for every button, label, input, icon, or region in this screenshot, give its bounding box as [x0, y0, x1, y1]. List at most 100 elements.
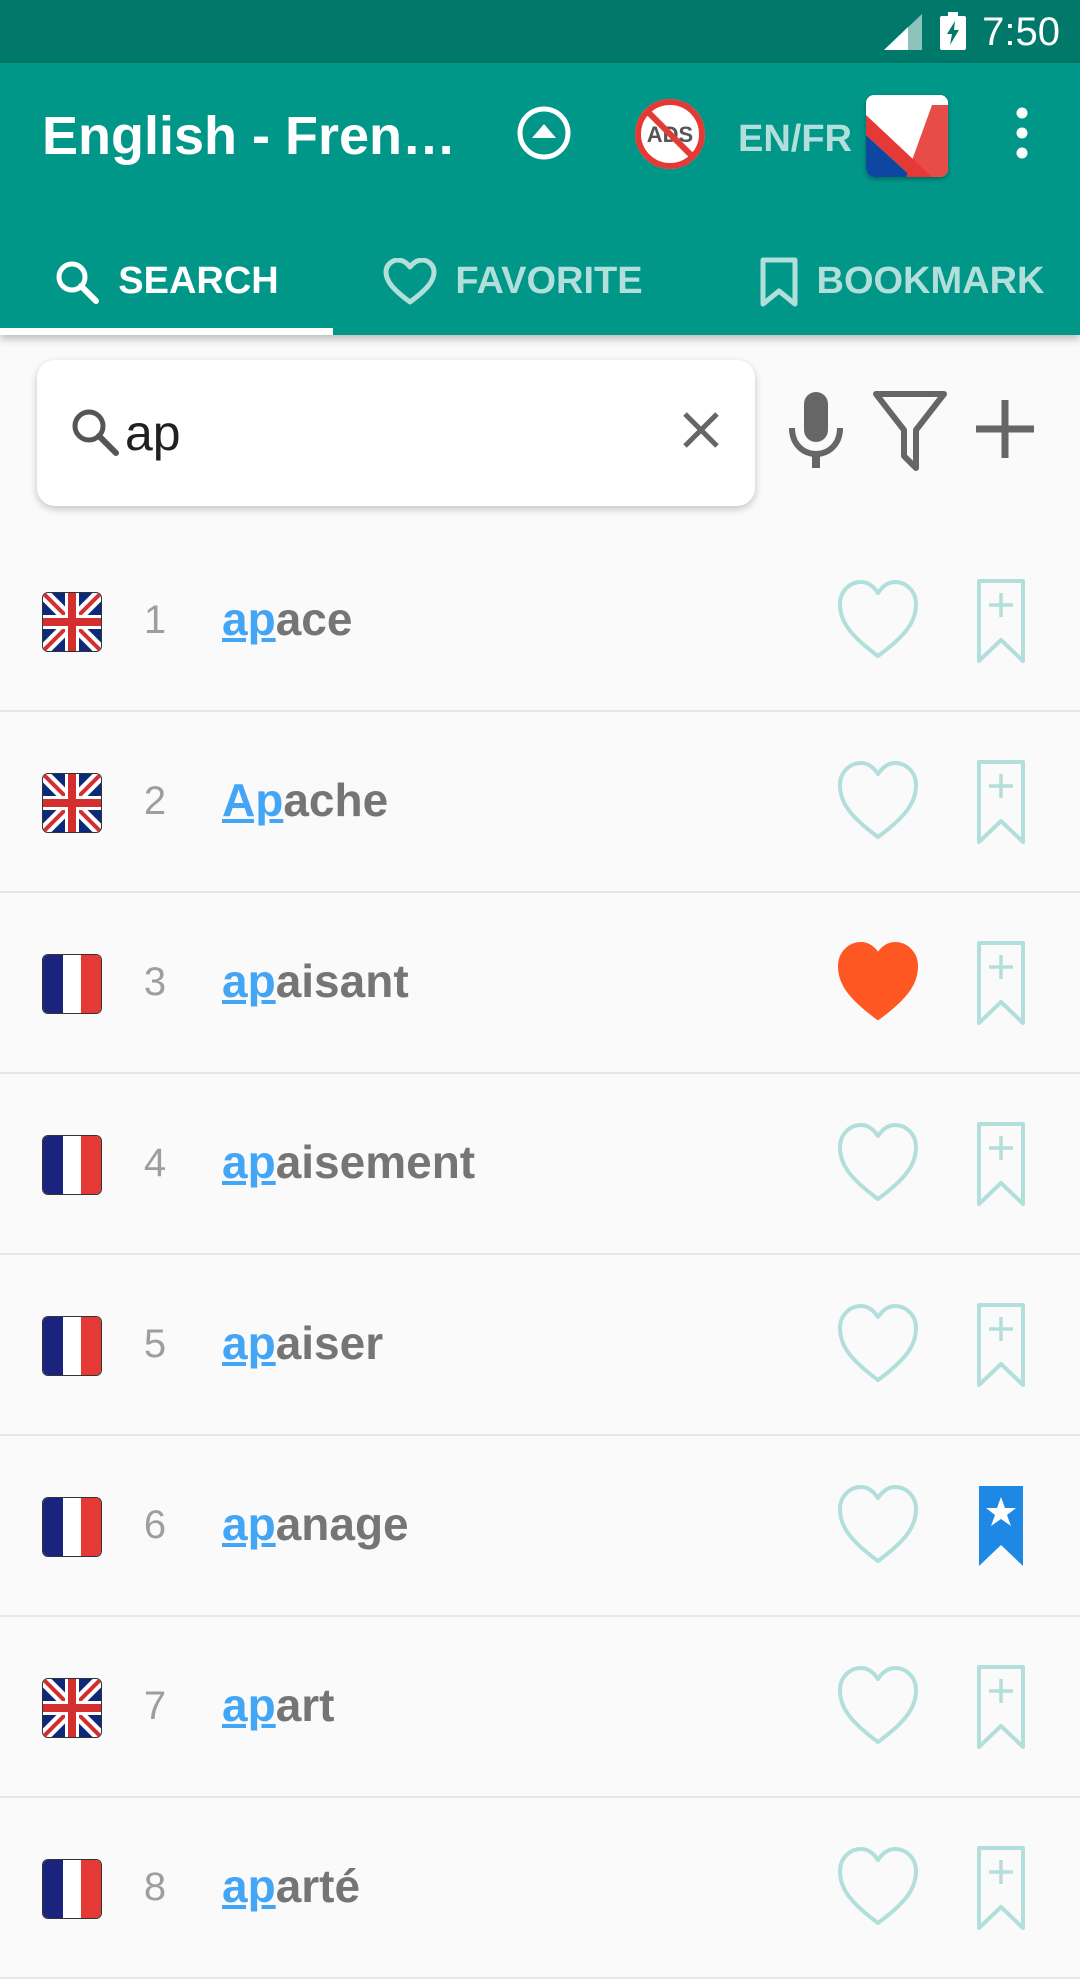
favorite-button[interactable] [836, 578, 920, 667]
bookmark-button[interactable] [976, 1302, 1026, 1393]
remove-ads-icon[interactable]: ADS [632, 96, 708, 172]
tab-search[interactable]: SEARCH [0, 228, 333, 335]
result-word[interactable]: apaisant [222, 954, 409, 1008]
heart-outline-icon [838, 1304, 918, 1382]
bookmark-add-icon [977, 941, 1025, 1025]
search-box[interactable]: ap [37, 360, 755, 506]
list-item[interactable]: 3 apaisant [0, 892, 1080, 1074]
favorite-button[interactable] [836, 759, 920, 848]
favorite-button[interactable] [836, 1302, 920, 1391]
tab-search-label: SEARCH [118, 260, 279, 302]
match-prefix: ap [222, 1317, 276, 1369]
search-input[interactable]: ap [125, 404, 181, 462]
heart-outline-icon [838, 1123, 918, 1201]
clear-icon[interactable] [677, 406, 725, 454]
scroll-up-icon[interactable] [514, 103, 574, 163]
result-number: 3 [143, 960, 167, 1004]
result-word[interactable]: apart [222, 1678, 335, 1732]
bookmark-button[interactable] [976, 1121, 1026, 1212]
match-prefix: ap [222, 1860, 276, 1912]
list-item[interactable]: 5 apaiser [0, 1254, 1080, 1436]
filter-icon[interactable] [872, 390, 948, 476]
bookmark-button[interactable] [976, 1664, 1026, 1755]
word-rest: arté [275, 1860, 361, 1912]
heart-outline-icon [838, 1666, 918, 1744]
clock: 7:50 [982, 10, 1060, 54]
word-rest: anage [275, 1498, 409, 1550]
fr-flag-icon [43, 1136, 101, 1194]
list-item[interactable]: 4 apaisement [0, 1073, 1080, 1255]
language-flag[interactable] [866, 95, 948, 177]
bookmark-button[interactable] [976, 940, 1026, 1031]
favorite-button[interactable] [836, 1845, 920, 1934]
bookmark-button[interactable] [976, 759, 1026, 850]
word-rest: ace [275, 593, 353, 645]
result-word[interactable]: aparté [222, 1859, 360, 1913]
result-word[interactable]: Apache [222, 773, 388, 827]
language-flag-en [42, 592, 102, 652]
bookmark-add-icon [977, 1122, 1025, 1206]
result-word[interactable]: apaiser [222, 1316, 383, 1370]
match-prefix: Ap [222, 774, 284, 826]
match-prefix: ap [222, 955, 276, 1007]
language-flag-fr [42, 954, 102, 1014]
word-rest: ache [283, 774, 389, 826]
tab-bar: SEARCH FAVORITE BOOKMARK [0, 228, 1080, 335]
bookmark-add-icon [977, 1303, 1025, 1387]
language-flag-fr [42, 1135, 102, 1195]
favorite-button[interactable] [836, 1483, 920, 1572]
heart-outline-icon [838, 761, 918, 839]
result-number: 1 [143, 598, 167, 642]
fr-flag-icon [43, 1860, 101, 1918]
match-prefix: ap [222, 1136, 276, 1188]
heart-outline-icon [383, 257, 437, 304]
result-number: 6 [143, 1503, 167, 1547]
fr-flag-icon [43, 1317, 101, 1375]
list-item[interactable]: 1 apace [0, 530, 1080, 712]
bookmark-button[interactable] [976, 1845, 1026, 1936]
result-number: 4 [143, 1141, 167, 1185]
result-word[interactable]: apanage [222, 1497, 409, 1551]
search-icon [72, 409, 119, 456]
language-flag-fr [42, 1859, 102, 1919]
word-rest: aiser [275, 1317, 384, 1369]
tab-indicator [0, 328, 333, 335]
language-flag-en [42, 773, 102, 833]
add-icon[interactable] [972, 396, 1038, 462]
word-rest: aisant [275, 955, 409, 1007]
more-vert-icon[interactable] [1006, 103, 1038, 163]
result-word[interactable]: apaisement [222, 1135, 475, 1189]
word-rest: aisement [275, 1136, 476, 1188]
tab-bookmark[interactable]: BOOKMARK [723, 228, 1080, 335]
language-flag-fr [42, 1316, 102, 1376]
list-item[interactable]: 8 aparté [0, 1797, 1080, 1979]
list-item[interactable]: 2 Apache [0, 711, 1080, 893]
app-bar: English - French… ADS EN/FR SE [0, 63, 1080, 335]
match-prefix: ap [222, 593, 276, 645]
tab-bookmark-label: BOOKMARK [816, 260, 1045, 302]
bookmark-button[interactable] [976, 578, 1026, 669]
uk-flag-icon [43, 774, 101, 832]
bookmark-outline-icon [760, 257, 797, 306]
result-word[interactable]: apace [222, 592, 352, 646]
bookmark-add-icon [977, 1846, 1025, 1930]
bookmark-filled-icon [979, 1486, 1023, 1566]
status-bar: 7:50 [0, 0, 1080, 63]
microphone-icon[interactable] [784, 390, 848, 470]
search-icon [56, 261, 100, 304]
word-rest: art [275, 1679, 335, 1731]
heart-outline-icon [838, 1485, 918, 1563]
list-item[interactable]: 7 apart [0, 1616, 1080, 1798]
bookmark-button[interactable] [976, 1483, 1026, 1574]
favorite-button[interactable] [836, 940, 920, 1029]
language-flag-en [42, 1678, 102, 1738]
uk-flag-icon [43, 593, 101, 651]
tab-favorite-label: FAVORITE [455, 260, 643, 302]
list-item[interactable]: 6 apanage [0, 1435, 1080, 1617]
favorite-button[interactable] [836, 1121, 920, 1210]
language-pair-label[interactable]: EN/FR [738, 118, 852, 161]
uk-flag-icon [43, 1679, 101, 1737]
result-number: 8 [143, 1865, 167, 1909]
tab-favorite[interactable]: FAVORITE [333, 228, 693, 335]
favorite-button[interactable] [836, 1664, 920, 1753]
